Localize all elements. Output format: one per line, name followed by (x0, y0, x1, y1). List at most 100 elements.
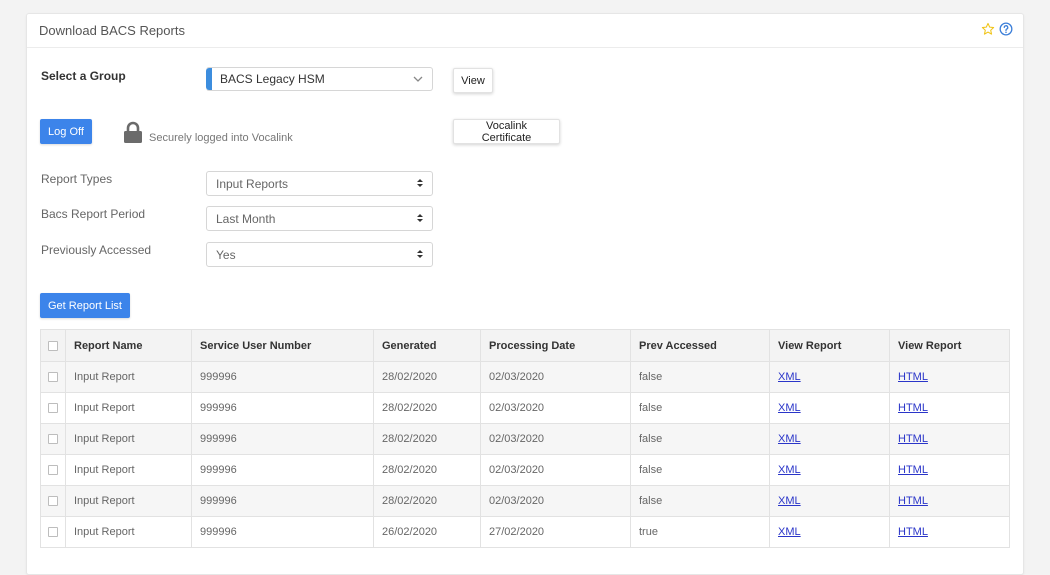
cell-html: HTML (889, 423, 1010, 455)
xml-link[interactable]: XML (778, 464, 801, 476)
row-checkbox[interactable] (48, 527, 58, 538)
col-service-user-number[interactable]: Service User Number (191, 329, 374, 362)
log-off-button[interactable]: Log Off (40, 119, 92, 144)
row-select-cell (40, 423, 66, 455)
report-types-value: Input Reports (216, 176, 289, 191)
period-select[interactable]: Last Month (206, 206, 433, 231)
cell-html: HTML (889, 485, 1010, 517)
xml-link[interactable]: XML (778, 433, 801, 445)
cell-processing-date: 02/03/2020 (480, 392, 631, 424)
report-types-select[interactable]: Input Reports (206, 171, 433, 196)
row-checkbox[interactable] (48, 403, 58, 414)
cell-xml: XML (769, 423, 890, 455)
row-select-cell (40, 454, 66, 486)
cell-xml: XML (769, 516, 890, 548)
period-value: Last Month (216, 211, 276, 226)
header-icons (981, 22, 1013, 36)
cell-service-user-number: 999996 (191, 423, 374, 455)
cell-prev-accessed: false (630, 423, 770, 455)
cell-generated: 28/02/2020 (373, 423, 481, 455)
table-header-row: Report Name Service User Number Generate… (40, 329, 1010, 362)
cell-prev-accessed: false (630, 392, 770, 424)
group-label: Select a Group (41, 69, 126, 83)
accessed-select[interactable]: Yes (206, 242, 433, 267)
accessed-label: Previously Accessed (41, 243, 152, 257)
xml-link[interactable]: XML (778, 495, 801, 507)
cell-prev-accessed: true (630, 516, 770, 548)
sort-arrows-icon (416, 212, 424, 227)
col-view-report-html[interactable]: View Report (889, 329, 1010, 362)
xml-link[interactable]: XML (778, 402, 801, 414)
cell-generated: 28/02/2020 (373, 454, 481, 486)
cell-html: HTML (889, 516, 1010, 548)
sort-arrows-icon (416, 248, 424, 263)
xml-link[interactable]: XML (778, 371, 801, 383)
cell-prev-accessed: false (630, 485, 770, 517)
row-checkbox[interactable] (48, 465, 58, 476)
col-report-name[interactable]: Report Name (65, 329, 192, 362)
cell-generated: 28/02/2020 (373, 392, 481, 424)
chevron-down-icon (412, 73, 424, 88)
row-checkbox[interactable] (48, 372, 58, 383)
html-link[interactable]: HTML (898, 402, 928, 414)
col-view-report-xml[interactable]: View Report (769, 329, 890, 362)
row-checkbox[interactable] (48, 434, 58, 445)
login-status: Securely logged into Vocalink (123, 121, 293, 147)
cell-generated: 28/02/2020 (373, 485, 481, 517)
star-icon[interactable] (981, 22, 995, 36)
vocalink-certificate-button[interactable]: Vocalink Certificate (453, 119, 560, 144)
cell-html: HTML (889, 361, 1010, 393)
group-select-value: BACS Legacy HSM (220, 72, 325, 86)
cell-report-name: Input Report (65, 485, 192, 517)
cell-service-user-number: 999996 (191, 516, 374, 548)
cell-html: HTML (889, 392, 1010, 424)
select-all-cell (40, 329, 66, 362)
cell-service-user-number: 999996 (191, 454, 374, 486)
cell-prev-accessed: false (630, 454, 770, 486)
cell-xml: XML (769, 392, 890, 424)
xml-link[interactable]: XML (778, 526, 801, 538)
sort-arrows-icon (416, 177, 424, 192)
panel-header: Download BACS Reports (27, 14, 1023, 48)
table-row: Input Report 999996 26/02/2020 27/02/202… (40, 516, 1010, 548)
cell-report-name: Input Report (65, 516, 192, 548)
cell-html: HTML (889, 454, 1010, 486)
cell-report-name: Input Report (65, 454, 192, 486)
cell-processing-date: 02/03/2020 (480, 361, 631, 393)
cell-xml: XML (769, 454, 890, 486)
cell-service-user-number: 999996 (191, 485, 374, 517)
table-row: Input Report 999996 28/02/2020 02/03/202… (40, 423, 1010, 455)
table-row: Input Report 999996 28/02/2020 02/03/202… (40, 392, 1010, 424)
cell-xml: XML (769, 485, 890, 517)
col-generated[interactable]: Generated (373, 329, 481, 362)
cell-processing-date: 27/02/2020 (480, 516, 631, 548)
html-link[interactable]: HTML (898, 371, 928, 383)
select-all-checkbox[interactable] (48, 340, 58, 351)
period-label: Bacs Report Period (41, 207, 146, 221)
accessed-value: Yes (216, 247, 236, 262)
lock-icon (123, 121, 143, 147)
html-link[interactable]: HTML (898, 433, 928, 445)
cell-generated: 26/02/2020 (373, 516, 481, 548)
cell-report-name: Input Report (65, 423, 192, 455)
html-link[interactable]: HTML (898, 495, 928, 507)
row-checkbox[interactable] (48, 496, 58, 507)
group-select[interactable]: BACS Legacy HSM (206, 67, 433, 91)
get-report-list-button[interactable]: Get Report List (40, 293, 130, 318)
help-icon[interactable] (999, 22, 1013, 36)
cell-processing-date: 02/03/2020 (480, 485, 631, 517)
html-link[interactable]: HTML (898, 526, 928, 538)
col-prev-accessed[interactable]: Prev Accessed (630, 329, 770, 362)
reports-panel: Download BACS Reports Select a Group BAC… (26, 13, 1024, 575)
view-button[interactable]: View (453, 68, 493, 93)
row-select-cell (40, 516, 66, 548)
cell-prev-accessed: false (630, 361, 770, 393)
col-processing-date[interactable]: Processing Date (480, 329, 631, 362)
html-link[interactable]: HTML (898, 464, 928, 476)
table-row: Input Report 999996 28/02/2020 02/03/202… (40, 454, 1010, 486)
row-select-cell (40, 392, 66, 424)
cell-report-name: Input Report (65, 392, 192, 424)
cell-generated: 28/02/2020 (373, 361, 481, 393)
table-row: Input Report 999996 28/02/2020 02/03/202… (40, 361, 1010, 393)
cell-service-user-number: 999996 (191, 361, 374, 393)
